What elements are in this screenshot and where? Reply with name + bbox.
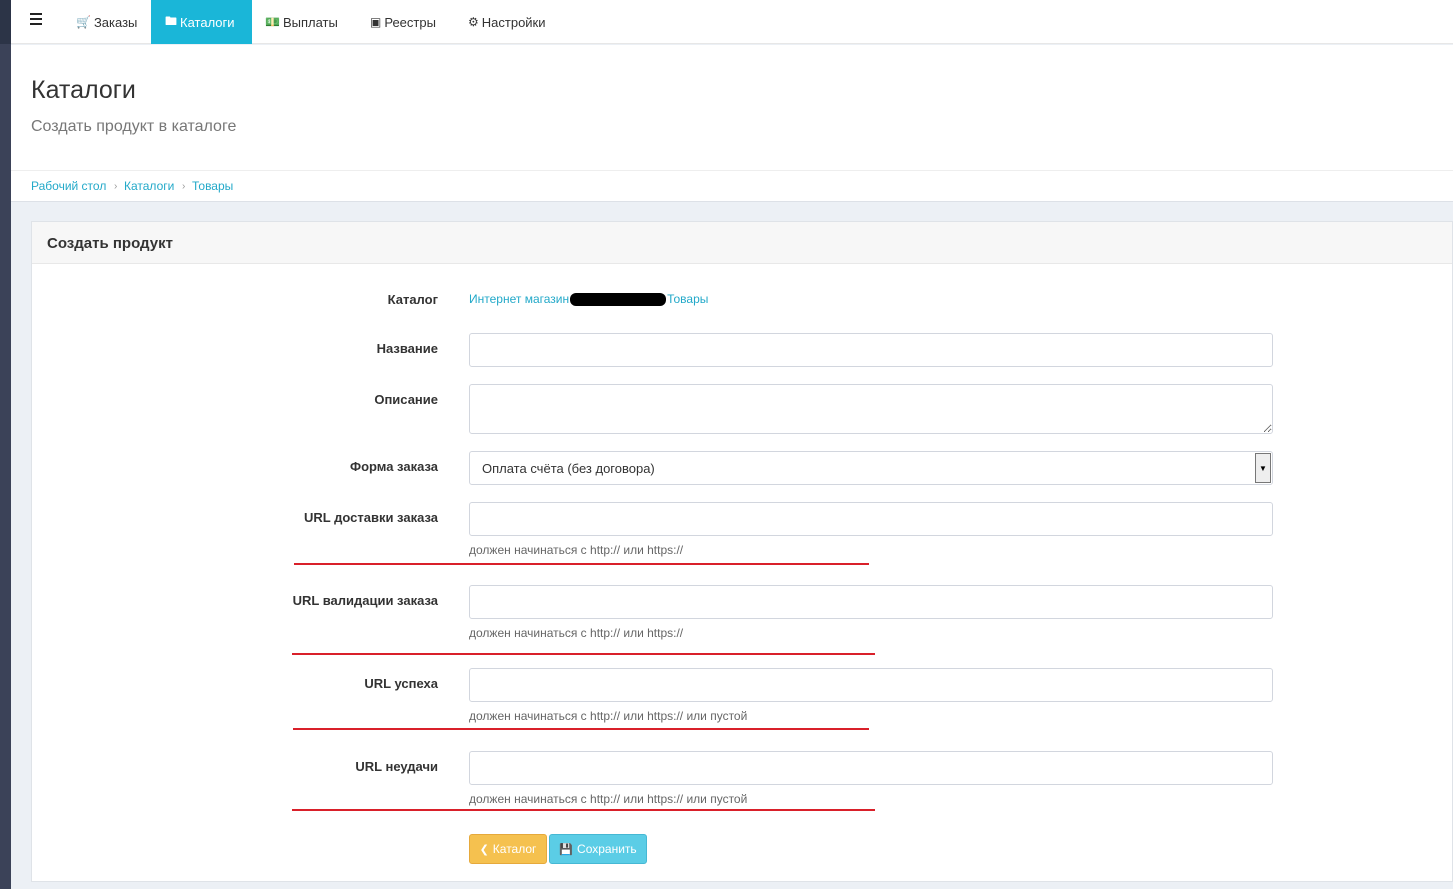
page-title: Каталоги [31,76,136,104]
annotation-underline [294,563,869,565]
nav-item-orders[interactable]: 🛒 Заказы [76,0,137,44]
nav-item-settings[interactable]: ⚙ Настройки [468,0,546,44]
name-label: Название [376,341,438,356]
nav-item-label: Настройки [481,14,546,30]
order-form-selected: Оплата счёта (без договора) [482,461,655,476]
description-label: Описание [374,392,438,407]
fail-url-label: URL неудачи [355,759,438,774]
validation-url-field[interactable] [469,585,1273,619]
create-product-panel: Создать продукт Каталог Интернет магазин… [31,221,1453,882]
fail-url-field[interactable] [469,751,1273,785]
left-sidebar-top [0,0,11,44]
success-url-help: должен начинаться с http:// или https://… [469,709,748,723]
menu-toggle-icon[interactable] [30,13,42,25]
archive-icon: ▣ [370,15,382,29]
validation-url-label: URL валидации заказа [292,593,438,608]
annotation-underline [293,728,869,730]
chevron-left-icon: ❮ [479,843,489,856]
breadcrumb: Рабочий стол › Каталоги › Товары [11,170,1453,202]
panel-title: Создать продукт [47,235,173,252]
money-icon: 💵 [265,15,280,29]
name-field[interactable] [469,333,1273,367]
panel-header: Создать продукт [32,222,1452,264]
chevron-down-icon[interactable]: ▼ [1255,453,1271,483]
nav-item-registers[interactable]: ▣ Реестры [370,0,436,44]
nav-item-label: Каталоги [180,14,235,30]
breadcrumb-products[interactable]: Товары [192,179,233,193]
success-url-label: URL успеха [364,676,438,691]
annotation-underline [292,653,875,655]
redaction-mark [570,293,667,307]
catalog-link-suffix: Товары [667,292,709,306]
delivery-url-field[interactable] [469,502,1273,536]
breadcrumb-separator: › [114,181,118,192]
catalog-link-prefix: Интернет магазин [469,292,570,306]
order-form-select[interactable]: Оплата счёта (без договора) ▼ [469,451,1273,485]
page-header: Каталоги Создать продукт в каталоге [11,45,1453,170]
validation-url-help: должен начинаться с http:// или https:// [469,626,684,640]
nav-item-label: Выплаты [282,14,338,30]
order-form-label: Форма заказа [349,459,438,474]
page-subtitle: Создать продукт в каталоге [31,118,237,135]
breadcrumb-separator: › [182,181,186,192]
catalog-link[interactable]: Интернет магазин Товары [469,292,709,307]
nav-item-label: Реестры [384,14,436,30]
nav-item-label: Заказы [93,14,138,30]
description-field[interactable] [469,384,1273,434]
gears-icon: ⚙ [468,15,479,29]
delivery-url-label: URL доставки заказа [304,510,438,525]
back-button-label: Каталог [492,842,537,856]
left-sidebar-strip [0,0,11,889]
fail-url-help: должен начинаться с http:// или https://… [469,792,748,806]
top-navbar: 🛒 Заказы 🖿 Каталоги 💵 Выплаты ▣ Реестры … [11,0,1453,44]
delivery-url-help: должен начинаться с http:// или https:// [469,543,684,557]
success-url-field[interactable] [469,668,1273,702]
save-button-label: Сохранить [577,842,637,856]
nav-item-payouts[interactable]: 💵 Выплаты [265,0,338,44]
save-button[interactable]: 💾 Сохранить [549,834,647,864]
annotation-underline [292,809,875,811]
breadcrumb-dashboard[interactable]: Рабочий стол [31,179,106,193]
breadcrumb-catalogs[interactable]: Каталоги [124,179,174,193]
back-to-catalog-button[interactable]: ❮ Каталог [469,834,547,864]
catalog-label: Каталог [387,292,438,307]
save-icon: 💾 [559,843,574,856]
nav-item-catalogs[interactable]: 🖿 Каталоги [151,0,252,44]
cart-icon: 🛒 [76,15,91,29]
folder-icon: 🖿 [165,13,178,28]
